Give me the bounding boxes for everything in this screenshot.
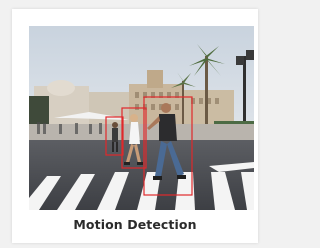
- card-caption: Motion Detection: [73, 217, 197, 232]
- motion-detection-image: [29, 26, 254, 210]
- feature-card[interactable]: Motion Detection: [12, 9, 258, 243]
- street-scene-illustration: [29, 26, 254, 210]
